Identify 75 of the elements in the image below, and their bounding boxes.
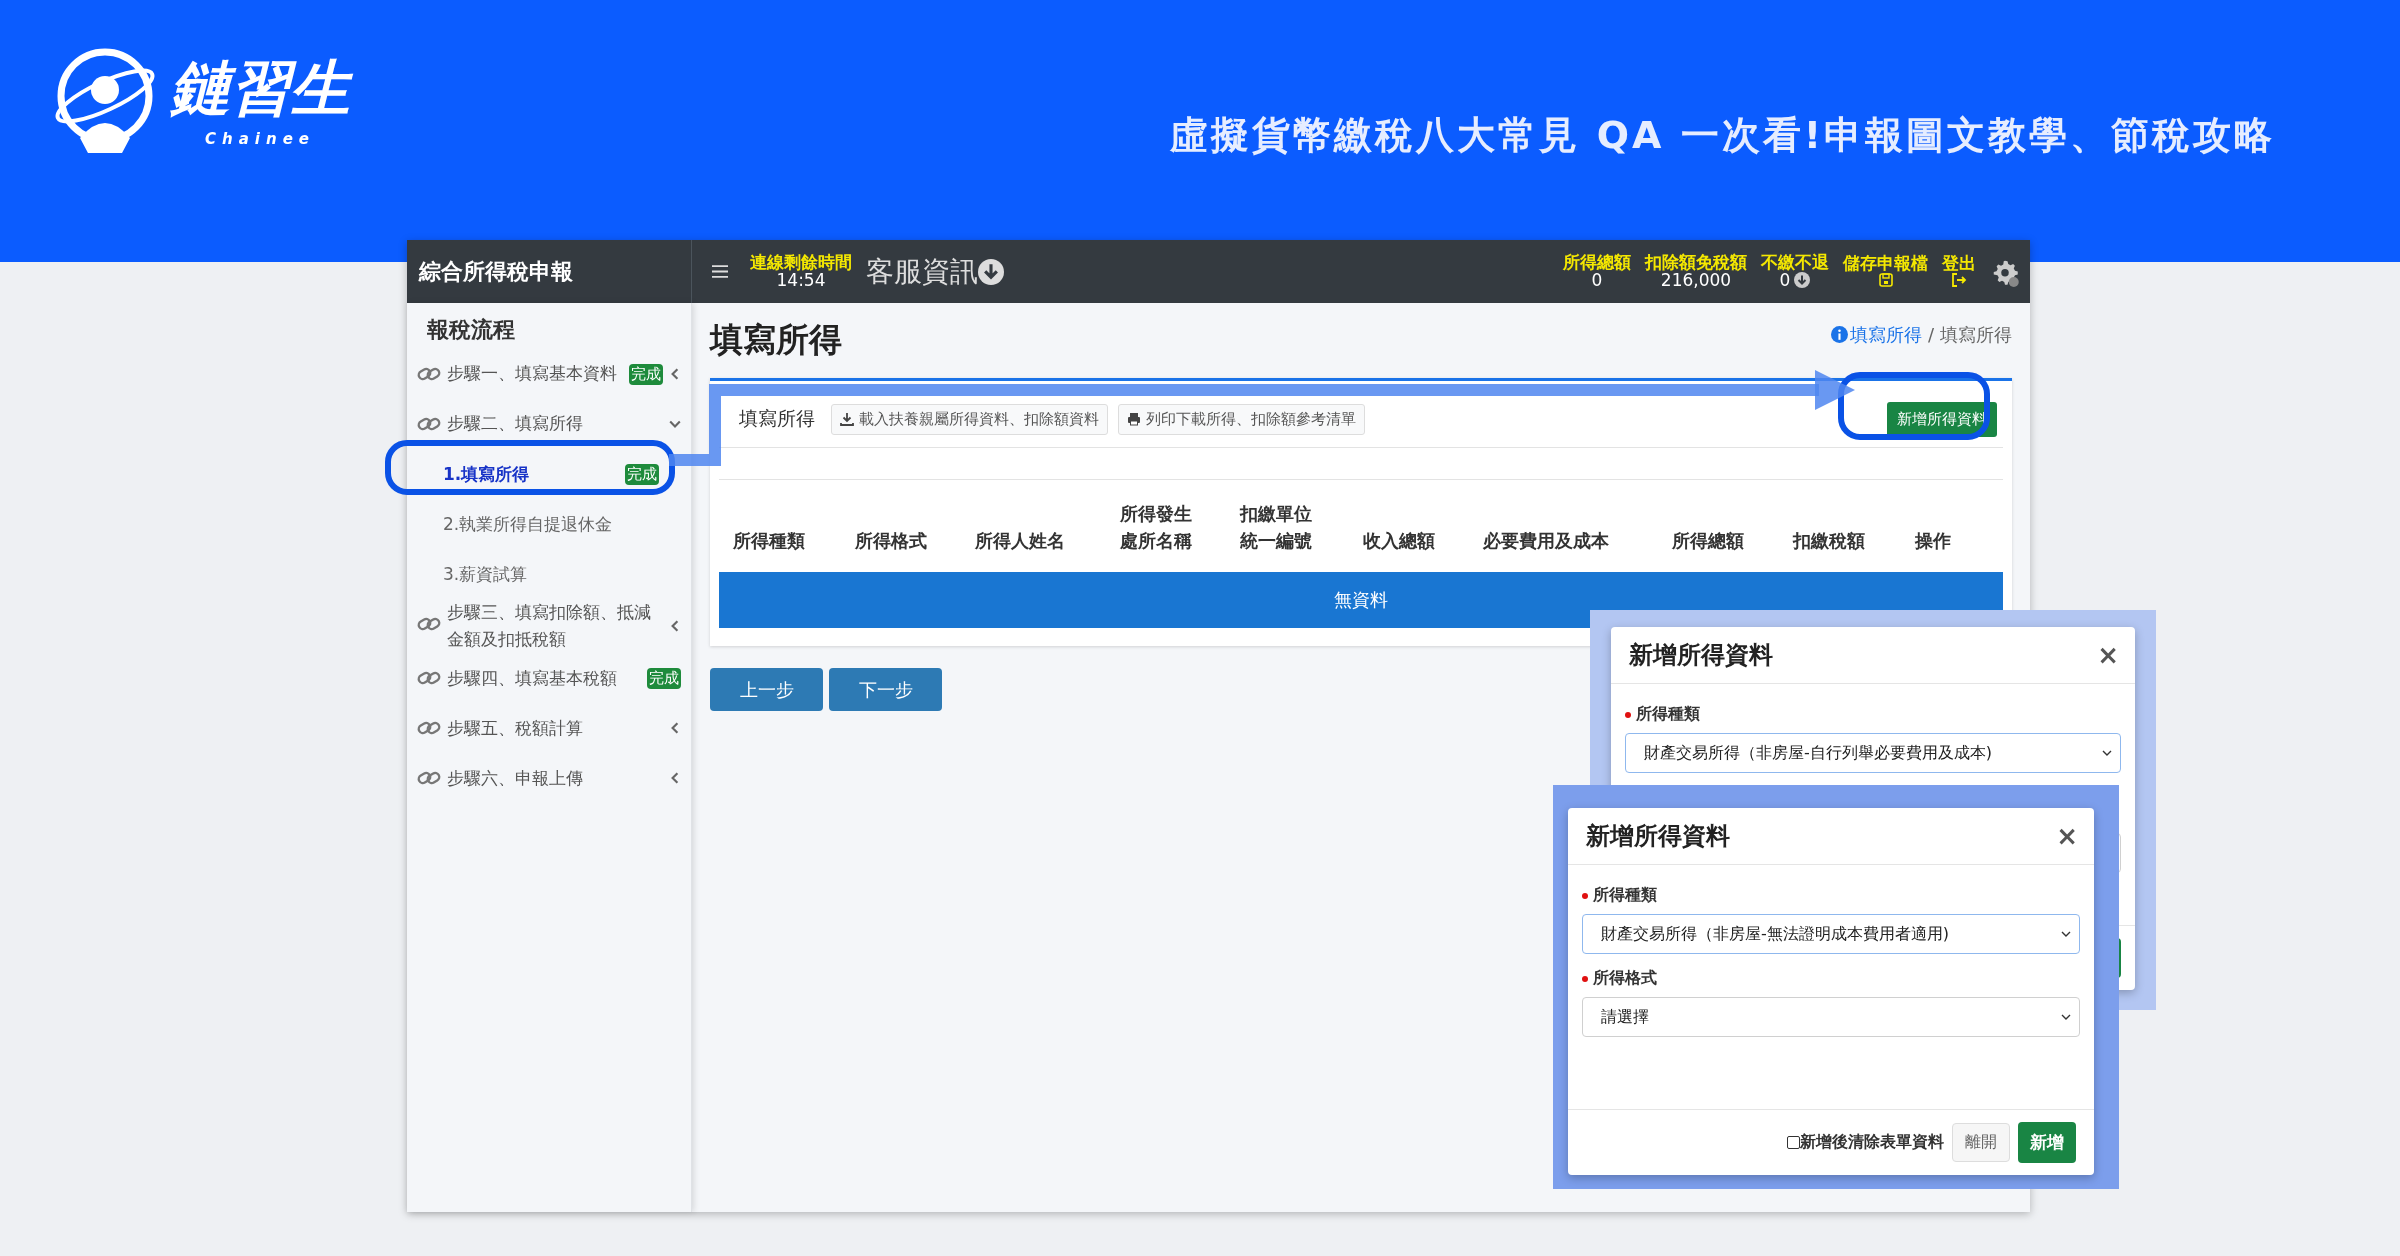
field-label: 所得種類 xyxy=(1636,704,1700,725)
stat-label: 所得總額 xyxy=(1563,253,1631,272)
sidebar-item[interactable]: 步驟三、填寫扣除額、抵減金額及扣抵稅額 xyxy=(417,599,681,654)
stat-value: 0 xyxy=(1779,271,1791,290)
sidebar-subitem[interactable]: 3.薪資試算 xyxy=(417,549,681,599)
download-icon[interactable] xyxy=(1794,272,1811,289)
select-field[interactable]: 財產交易所得（非房屋-無法證明成本費用者適用) xyxy=(1582,914,2080,954)
close-button[interactable]: × xyxy=(2097,640,2119,670)
sidebar-subitem[interactable]: 1.填寫所得 完成 xyxy=(417,449,681,499)
app-title: 綜合所得稅申報 xyxy=(419,257,573,286)
previous-step-button[interactable]: 上一步 xyxy=(710,668,823,711)
modal-title: 新增所得資料 xyxy=(1586,821,1730,852)
menu-icon[interactable] xyxy=(712,265,728,278)
logout-icon[interactable] xyxy=(1951,272,1967,289)
step-label: 步驟四、填寫基本稅額 xyxy=(447,666,618,690)
chevron-icon[interactable] xyxy=(669,772,681,785)
column-header: 收入總額 xyxy=(1363,529,1436,553)
headline: 虛擬貨幣繳稅八大常見 QA 一次看!申報圖文教學、節稅攻略 xyxy=(1170,112,2275,159)
close-button[interactable]: × xyxy=(2056,821,2078,851)
sidebar-subitem[interactable]: 2.執業所得自提退休金 xyxy=(417,499,681,549)
column-header: 所得總額 xyxy=(1672,529,1745,553)
sidebar-item[interactable]: 步驟五、稅額計算 xyxy=(417,703,681,754)
breadcrumb-link[interactable]: 填寫所得 xyxy=(1849,322,1922,347)
column-header: 扣繳單位統一編號 xyxy=(1240,502,1313,553)
field-label: 所得種類 xyxy=(1593,885,1657,906)
clear-form-checkbox[interactable]: 新增後清除表單資料 xyxy=(1787,1132,1944,1153)
sidebar-heading: 報稅流程 xyxy=(426,316,516,344)
empty-message: 無資料 xyxy=(1334,588,1388,612)
leave-button[interactable]: 離開 xyxy=(1952,1123,2010,1162)
stat-label: 不繳不退 xyxy=(1761,253,1829,272)
done-badge: 完成 xyxy=(625,463,659,485)
session-label: 連線剩餘時間 xyxy=(750,253,852,272)
income-type-select[interactable]: 財產交易所得（非房屋-自行列舉必要費用及成本) xyxy=(1625,733,2121,773)
stat-label: 登出 xyxy=(1942,254,1976,273)
chevron-icon xyxy=(2102,750,2112,756)
step-label: 步驟一、填寫基本資料 xyxy=(447,362,618,386)
chevron-icon[interactable] xyxy=(669,722,681,735)
sidebar-item[interactable]: 步驟六、申報上傳 xyxy=(417,753,681,804)
breadcrumb-separator: / xyxy=(1927,324,1934,345)
step-label: 步驟三、填寫扣除額、抵減金額及扣抵稅額 xyxy=(447,601,652,652)
step-label: 步驟五、稅額計算 xyxy=(447,716,584,740)
field-label: 所得格式 xyxy=(1593,968,1657,989)
brand-subtitle: Chainee xyxy=(205,129,315,148)
column-header: 操作 xyxy=(1915,529,1952,553)
column-header: 必要費用及成本 xyxy=(1483,529,1610,553)
chevron-icon xyxy=(2061,931,2071,937)
done-badge: 完成 xyxy=(647,667,681,689)
save-icon[interactable] xyxy=(1877,272,1894,289)
info-icon xyxy=(1830,326,1848,343)
chevron-icon[interactable] xyxy=(669,620,681,633)
stat-value: 0 xyxy=(1591,271,1603,290)
next-step-button[interactable]: 下一步 xyxy=(829,668,942,711)
sidebar-item[interactable]: 步驟二、填寫所得 xyxy=(417,399,681,449)
chevron-icon xyxy=(2061,1014,2071,1020)
add-button[interactable]: 新增 xyxy=(2018,1122,2076,1163)
column-header: 所得種類 xyxy=(733,529,806,553)
stat-label: 儲存申報檔 xyxy=(1843,254,1928,273)
column-header: 扣繳稅額 xyxy=(1793,529,1866,553)
service-info-link[interactable]: 客服資訊 xyxy=(866,252,978,291)
session-timer: 14:54 xyxy=(776,271,826,290)
sidebar-item[interactable]: 步驟四、填寫基本稅額 完成 xyxy=(417,653,681,704)
stat-label: 扣除額免稅額 xyxy=(1645,253,1747,272)
page-title: 填寫所得 xyxy=(710,319,842,361)
download-icon[interactable] xyxy=(978,258,1004,285)
step-label: 步驟六、申報上傳 xyxy=(447,766,584,790)
select-field[interactable]: 請選擇 xyxy=(1582,997,2080,1037)
sidebar-item[interactable]: 步驟一、填寫基本資料 完成 xyxy=(417,349,681,399)
column-header: 所得格式 xyxy=(855,529,928,553)
done-badge: 完成 xyxy=(629,363,663,385)
stat-value: 216,000 xyxy=(1660,271,1732,290)
column-header: 所得人姓名 xyxy=(975,529,1066,553)
column-header: 所得發生處所名稱 xyxy=(1120,502,1193,553)
modal-title: 新增所得資料 xyxy=(1629,640,1773,671)
step-label: 步驟二、填寫所得 xyxy=(447,412,584,436)
breadcrumb-current: 填寫所得 xyxy=(1940,322,2012,347)
